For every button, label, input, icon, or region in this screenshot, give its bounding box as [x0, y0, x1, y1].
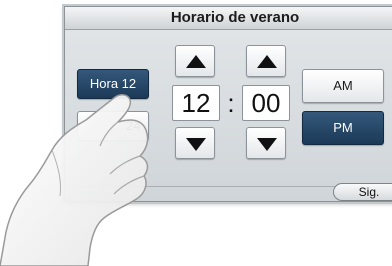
hour-display: 12 — [172, 85, 220, 121]
daylight-saving-dialog: Horario de verano Hora 12 24 12 : 00 AM … — [64, 6, 392, 202]
dialog-title: Horario de verano — [65, 7, 392, 30]
hour-increase-button[interactable] — [175, 45, 215, 77]
up-triangle-icon — [186, 55, 206, 68]
minute-increase-button[interactable] — [246, 45, 286, 77]
am-button[interactable]: AM — [302, 69, 384, 103]
time-separator: : — [227, 88, 235, 118]
next-button[interactable]: Sig. — [333, 183, 392, 201]
hour-format-12-button[interactable]: Hora 12 — [77, 69, 149, 99]
down-triangle-icon — [186, 138, 206, 151]
hour-format-24-label: 24 — [126, 118, 141, 133]
hour-format-24-button[interactable]: 24 — [77, 111, 149, 141]
minute-decrease-button[interactable] — [246, 127, 286, 159]
down-triangle-icon — [257, 138, 277, 151]
up-triangle-icon — [257, 55, 277, 68]
minute-display: 00 — [242, 85, 290, 121]
hour-decrease-button[interactable] — [175, 127, 215, 159]
pm-button[interactable]: PM — [302, 111, 384, 145]
